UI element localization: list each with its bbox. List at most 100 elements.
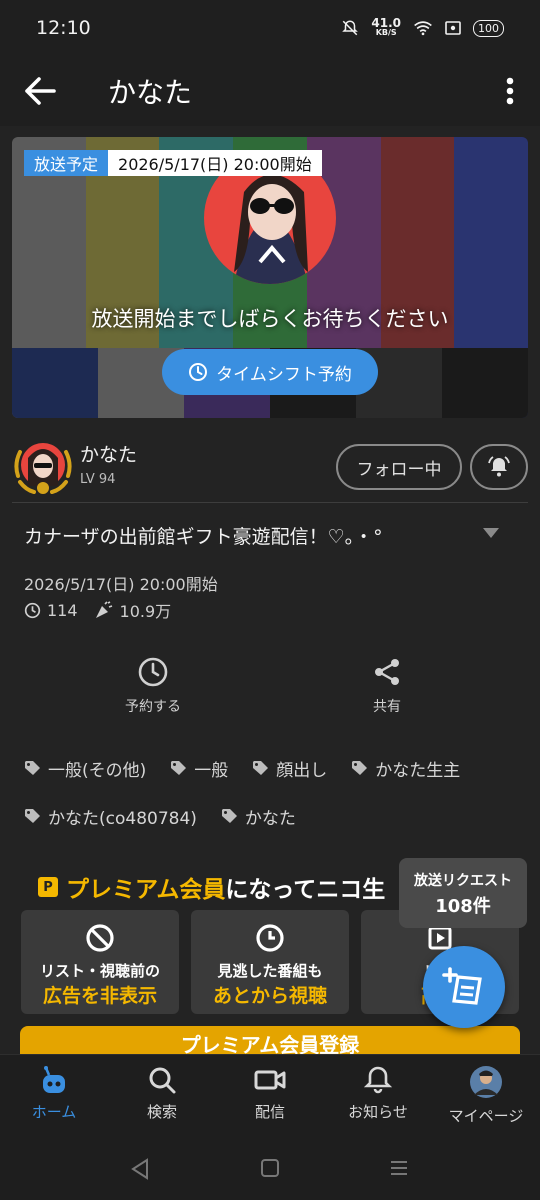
- clock-icon: [138, 657, 168, 687]
- back-button[interactable]: [0, 56, 80, 126]
- more-vertical-icon: [506, 77, 514, 105]
- app-bar: かなた: [0, 56, 540, 126]
- nav-search[interactable]: 検索: [112, 1065, 212, 1122]
- request-plus-icon: [442, 967, 482, 1005]
- schedule-badge-row: 放送予定 2026/5/17(日) 20:00開始: [24, 150, 322, 176]
- arrow-left-icon: [25, 77, 56, 105]
- nav-home-label: ホーム: [31, 1103, 77, 1121]
- reserve-action-button[interactable]: 予約する: [93, 656, 213, 716]
- nav-search-label: 検索: [146, 1103, 177, 1121]
- home-mascot-icon: [43, 1066, 65, 1093]
- battery-indicator: 100: [473, 19, 504, 37]
- divider: [12, 502, 528, 503]
- status-time: 12:10: [36, 17, 91, 39]
- tag-icon: [171, 761, 187, 775]
- nav-broadcast[interactable]: 配信: [220, 1065, 320, 1122]
- tag-chip[interactable]: 一般(その他): [24, 756, 146, 781]
- tag-chip[interactable]: かなた: [221, 804, 296, 829]
- system-navigation-bar: [0, 1140, 540, 1200]
- broadcaster-level: LV 94: [80, 472, 116, 487]
- premium-register-button[interactable]: プレミアム会員登録: [20, 1026, 520, 1056]
- page-title: かなた: [108, 76, 193, 109]
- speed-value: 41.0: [371, 16, 401, 30]
- program-stats: 114 10.9万: [24, 598, 171, 622]
- request-count: 108件: [435, 896, 491, 917]
- search-icon: [149, 1067, 176, 1094]
- tag-label: 一般(その他): [48, 760, 147, 781]
- request-label: 放送リクエスト: [414, 873, 512, 889]
- bottom-navigation: ホーム 検索 配信 お知らせ マイページ: [0, 1054, 540, 1140]
- broadcaster-name[interactable]: かなた: [80, 440, 137, 467]
- program-title: カナーザの出前館ギフト豪遊配信！♡。・°: [24, 526, 383, 548]
- tag-chip[interactable]: かなた生主: [351, 756, 460, 781]
- share-icon: [375, 659, 399, 685]
- benefit-line2: あとから視聴: [212, 985, 327, 1007]
- premium-p-icon: P: [38, 877, 58, 897]
- nav-mypage-label: マイページ: [448, 1107, 524, 1125]
- notification-bell-button[interactable]: [470, 444, 528, 490]
- tag-icon: [25, 809, 40, 823]
- tag-icon: [221, 809, 237, 823]
- mute-icon: [342, 20, 359, 36]
- status-bar: 12:10 41.0 KB/S 100: [0, 0, 540, 56]
- profile-avatar[interactable]: [12, 436, 74, 498]
- system-home-icon[interactable]: [260, 1158, 280, 1178]
- program-actions: 予約する 共有: [0, 656, 540, 726]
- benefit-line1: 見逃した番組も: [217, 962, 323, 980]
- premium-heading: P プレミアム会員になってニコ生: [38, 870, 385, 904]
- video-camera-icon: [254, 1070, 286, 1090]
- program-start-time: 2026/5/17(日) 20:00開始: [24, 575, 218, 594]
- party-popper-icon: [95, 601, 112, 618]
- tag-list: 一般(その他) 一般 顔出し かなた生主 かなた(co480784) かなた: [24, 756, 524, 852]
- tag-label: 顔出し: [276, 760, 328, 781]
- tag-label: 一般: [194, 760, 229, 781]
- system-back-icon[interactable]: [129, 1158, 151, 1180]
- broadcast-player[interactable]: 放送予定 2026/5/17(日) 20:00開始 放送開始までしばらくお待ちく…: [12, 137, 528, 418]
- tag-label: かなた生主: [375, 760, 461, 781]
- nav-home[interactable]: ホーム: [4, 1065, 104, 1122]
- tag-label: かなた(co480784): [48, 808, 197, 829]
- user-avatar-icon: [470, 1066, 502, 1098]
- nav-broadcast-label: 配信: [254, 1103, 285, 1121]
- tag-icon: [253, 761, 269, 775]
- broadcast-request-popup: 放送リクエスト 108件: [399, 858, 527, 928]
- timeshift-reserve-button[interactable]: タイムシフト予約: [162, 349, 378, 395]
- more-options-button[interactable]: [480, 56, 540, 126]
- reservation-count: 114: [47, 600, 78, 620]
- speed-unit: KB/S: [375, 28, 397, 37]
- no-ads-icon: [86, 924, 114, 952]
- tag-chip[interactable]: 一般: [170, 756, 228, 781]
- network-speed: 41.0 KB/S: [371, 16, 401, 38]
- clock-icon: [256, 924, 284, 952]
- nav-notifications[interactable]: お知らせ: [328, 1065, 428, 1122]
- scheduled-badge: 放送予定: [24, 150, 109, 176]
- benefit-line2: 広告を非表示: [42, 985, 157, 1007]
- share-action-button[interactable]: 共有: [327, 656, 447, 716]
- timeshift-label: タイムシフト予約: [216, 364, 352, 385]
- share-label: 共有: [373, 699, 401, 715]
- broadcaster-profile: かなた LV 94 フォロー中: [0, 432, 540, 502]
- follow-button[interactable]: フォロー中: [336, 444, 462, 490]
- system-recents-icon[interactable]: [389, 1158, 409, 1178]
- nav-mypage[interactable]: マイページ: [436, 1065, 536, 1126]
- premium-benefit-card[interactable]: リスト・視聴前の 広告を非表示: [21, 910, 179, 1014]
- nav-notifications-label: お知らせ: [348, 1103, 408, 1121]
- waiting-message: 放送開始までしばらくお待ちください: [91, 307, 449, 331]
- reserve-label: 予約する: [125, 699, 181, 715]
- premium-heading-accent: プレミアム会員: [66, 877, 226, 903]
- clock-icon: [189, 363, 208, 381]
- gift-count: 10.9万: [119, 602, 172, 621]
- expand-caret-icon[interactable]: [483, 528, 499, 538]
- tag-chip[interactable]: かなた(co480784): [24, 804, 197, 829]
- tag-icon: [25, 761, 40, 775]
- benefit-line1: リスト・視聴前の: [39, 962, 160, 980]
- tag-chip[interactable]: 顔出し: [252, 756, 327, 781]
- bell-icon: [363, 1066, 393, 1094]
- premium-benefit-card[interactable]: 見逃した番組も あとから視聴: [191, 910, 349, 1014]
- wifi-icon: [414, 21, 432, 36]
- scheduled-date: 2026/5/17(日) 20:00開始: [108, 150, 322, 176]
- broadcast-request-button[interactable]: [423, 946, 505, 1028]
- clock-icon: [24, 602, 41, 618]
- premium-heading-text: になってニコ生: [225, 877, 386, 903]
- tag-label: かなた: [244, 808, 296, 829]
